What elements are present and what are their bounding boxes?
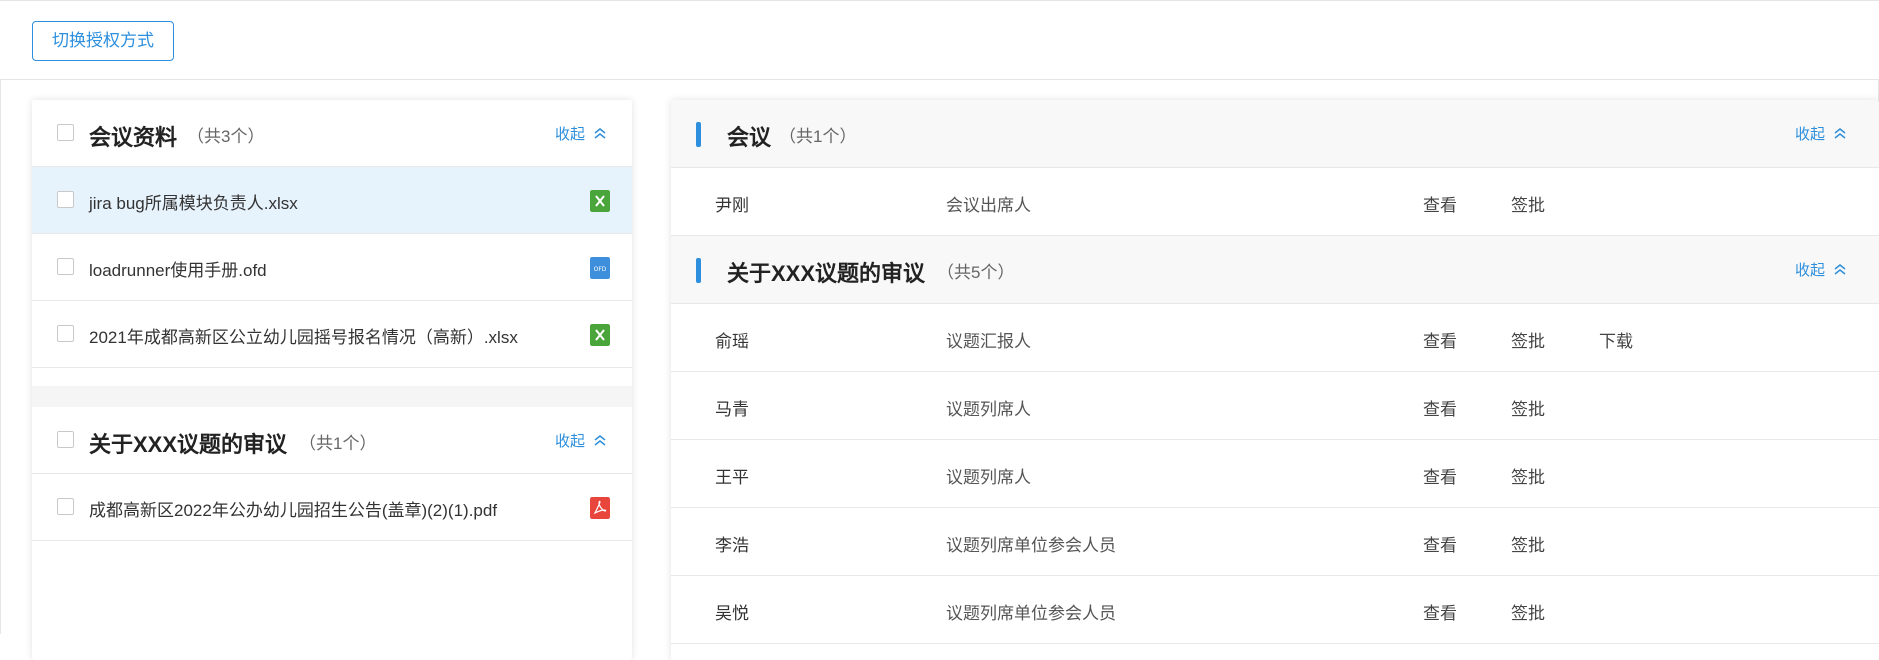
chevron-up-icon	[1834, 264, 1846, 275]
svg-text:OFD: OFD	[594, 266, 607, 273]
section-title: 关于XXX议题的审议	[727, 261, 926, 286]
chevron-up-icon	[1834, 128, 1846, 139]
file-row[interactable]: jira bug所属模块负责人.xlsx	[32, 167, 632, 234]
collapse-button[interactable]: 收起	[1795, 259, 1847, 280]
meeting-materials-panel: 会议资料 （共3个） 收起 jira bug所属模块负责人.xlsx loadr…	[32, 100, 632, 660]
participant-name: 李浩	[715, 536, 749, 555]
switch-auth-mode-button[interactable]: 切换授权方式	[32, 21, 174, 61]
participant-row: 李浩 议题列席单位参会人员 查看 签批	[671, 508, 1879, 576]
participant-role: 议题列席单位参会人员	[946, 604, 1116, 623]
participant-role: 议题列席人	[946, 468, 1031, 487]
section-title: 关于XXX议题的审议	[89, 432, 288, 457]
approve-link[interactable]: 签批	[1511, 327, 1545, 352]
section-accent-bar	[696, 122, 701, 147]
view-link[interactable]: 查看	[1423, 463, 1457, 488]
participant-role: 会议出席人	[946, 196, 1031, 215]
chevron-up-icon	[594, 435, 606, 446]
participant-name: 王平	[715, 468, 749, 487]
view-link[interactable]: 查看	[1423, 395, 1457, 420]
participant-name: 马青	[715, 400, 749, 419]
top-toolbar: 切换授权方式	[0, 0, 1879, 80]
file-checkbox[interactable]	[57, 498, 74, 515]
section-count: （共1个）	[299, 434, 377, 453]
excel-file-icon	[590, 324, 610, 346]
approve-link[interactable]: 签批	[1511, 463, 1545, 488]
view-link[interactable]: 查看	[1423, 599, 1457, 624]
collapse-button[interactable]: 收起	[1795, 123, 1847, 144]
file-checkbox[interactable]	[57, 191, 74, 208]
participant-name: 尹刚	[715, 196, 749, 215]
file-row[interactable]: loadrunner使用手册.ofd OFD	[32, 234, 632, 301]
participant-row: 尹刚 会议出席人 查看 签批	[671, 168, 1879, 236]
participant-role: 议题列席人	[946, 400, 1031, 419]
participants-section-header: 关于XXX议题的审议 （共5个） 收起	[671, 236, 1879, 304]
participant-name: 俞瑶	[715, 332, 749, 351]
collapse-button[interactable]: 收起	[555, 430, 607, 451]
participants-section-header: 会议 （共1个） 收起	[671, 100, 1879, 168]
file-name[interactable]: 2021年成都高新区公立幼儿园摇号报名情况（高新）.xlsx	[89, 323, 518, 348]
section-divider	[32, 386, 632, 407]
participants-panel: 会议 （共1个） 收起 尹刚 会议出席人 查看 签批 关于XXX议题的审议 （共…	[671, 100, 1879, 660]
participant-row: 王平 议题列席人 查看 签批	[671, 440, 1879, 508]
approve-link[interactable]: 签批	[1511, 599, 1545, 624]
file-row[interactable]: 2021年成都高新区公立幼儿园摇号报名情况（高新）.xlsx	[32, 301, 632, 368]
participant-name: 吴悦	[715, 604, 749, 623]
approve-link[interactable]: 签批	[1511, 395, 1545, 420]
materials-section-header: 会议资料 （共3个） 收起	[32, 100, 632, 167]
select-all-checkbox[interactable]	[57, 124, 74, 141]
section-count: （共5个）	[937, 263, 1015, 282]
ofd-file-icon: OFD	[590, 257, 610, 279]
pdf-file-icon	[590, 497, 610, 519]
file-checkbox[interactable]	[57, 325, 74, 342]
file-name[interactable]: 成都高新区2022年公办幼儿园招生公告(盖章)(2)(1).pdf	[89, 496, 497, 521]
participant-row: 俞瑶 议题汇报人 查看 签批 下载	[671, 304, 1879, 372]
file-row[interactable]: 成都高新区2022年公办幼儿园招生公告(盖章)(2)(1).pdf	[32, 474, 632, 541]
materials-section-header: 关于XXX议题的审议 （共1个） 收起	[32, 407, 632, 474]
section-title: 会议资料	[89, 125, 178, 150]
view-link[interactable]: 查看	[1423, 191, 1457, 216]
view-link[interactable]: 查看	[1423, 327, 1457, 352]
page-left-border	[0, 80, 1, 634]
chevron-up-icon	[594, 128, 606, 139]
participant-role: 议题列席单位参会人员	[946, 536, 1116, 555]
section-accent-bar	[696, 258, 701, 283]
approve-link[interactable]: 签批	[1511, 531, 1545, 556]
section-count: （共1个）	[779, 127, 857, 146]
excel-file-icon	[590, 190, 610, 212]
approve-link[interactable]: 签批	[1511, 191, 1545, 216]
file-name[interactable]: loadrunner使用手册.ofd	[89, 256, 267, 281]
view-link[interactable]: 查看	[1423, 531, 1457, 556]
section-title: 会议	[727, 125, 772, 150]
section-count: （共3个）	[187, 127, 265, 146]
participant-role: 议题汇报人	[946, 332, 1031, 351]
download-link[interactable]: 下载	[1599, 327, 1633, 352]
file-name[interactable]: jira bug所属模块负责人.xlsx	[89, 189, 298, 214]
collapse-button[interactable]: 收起	[555, 123, 607, 144]
participant-row: 马青 议题列席人 查看 签批	[671, 372, 1879, 440]
select-all-checkbox[interactable]	[57, 431, 74, 448]
file-checkbox[interactable]	[57, 258, 74, 275]
